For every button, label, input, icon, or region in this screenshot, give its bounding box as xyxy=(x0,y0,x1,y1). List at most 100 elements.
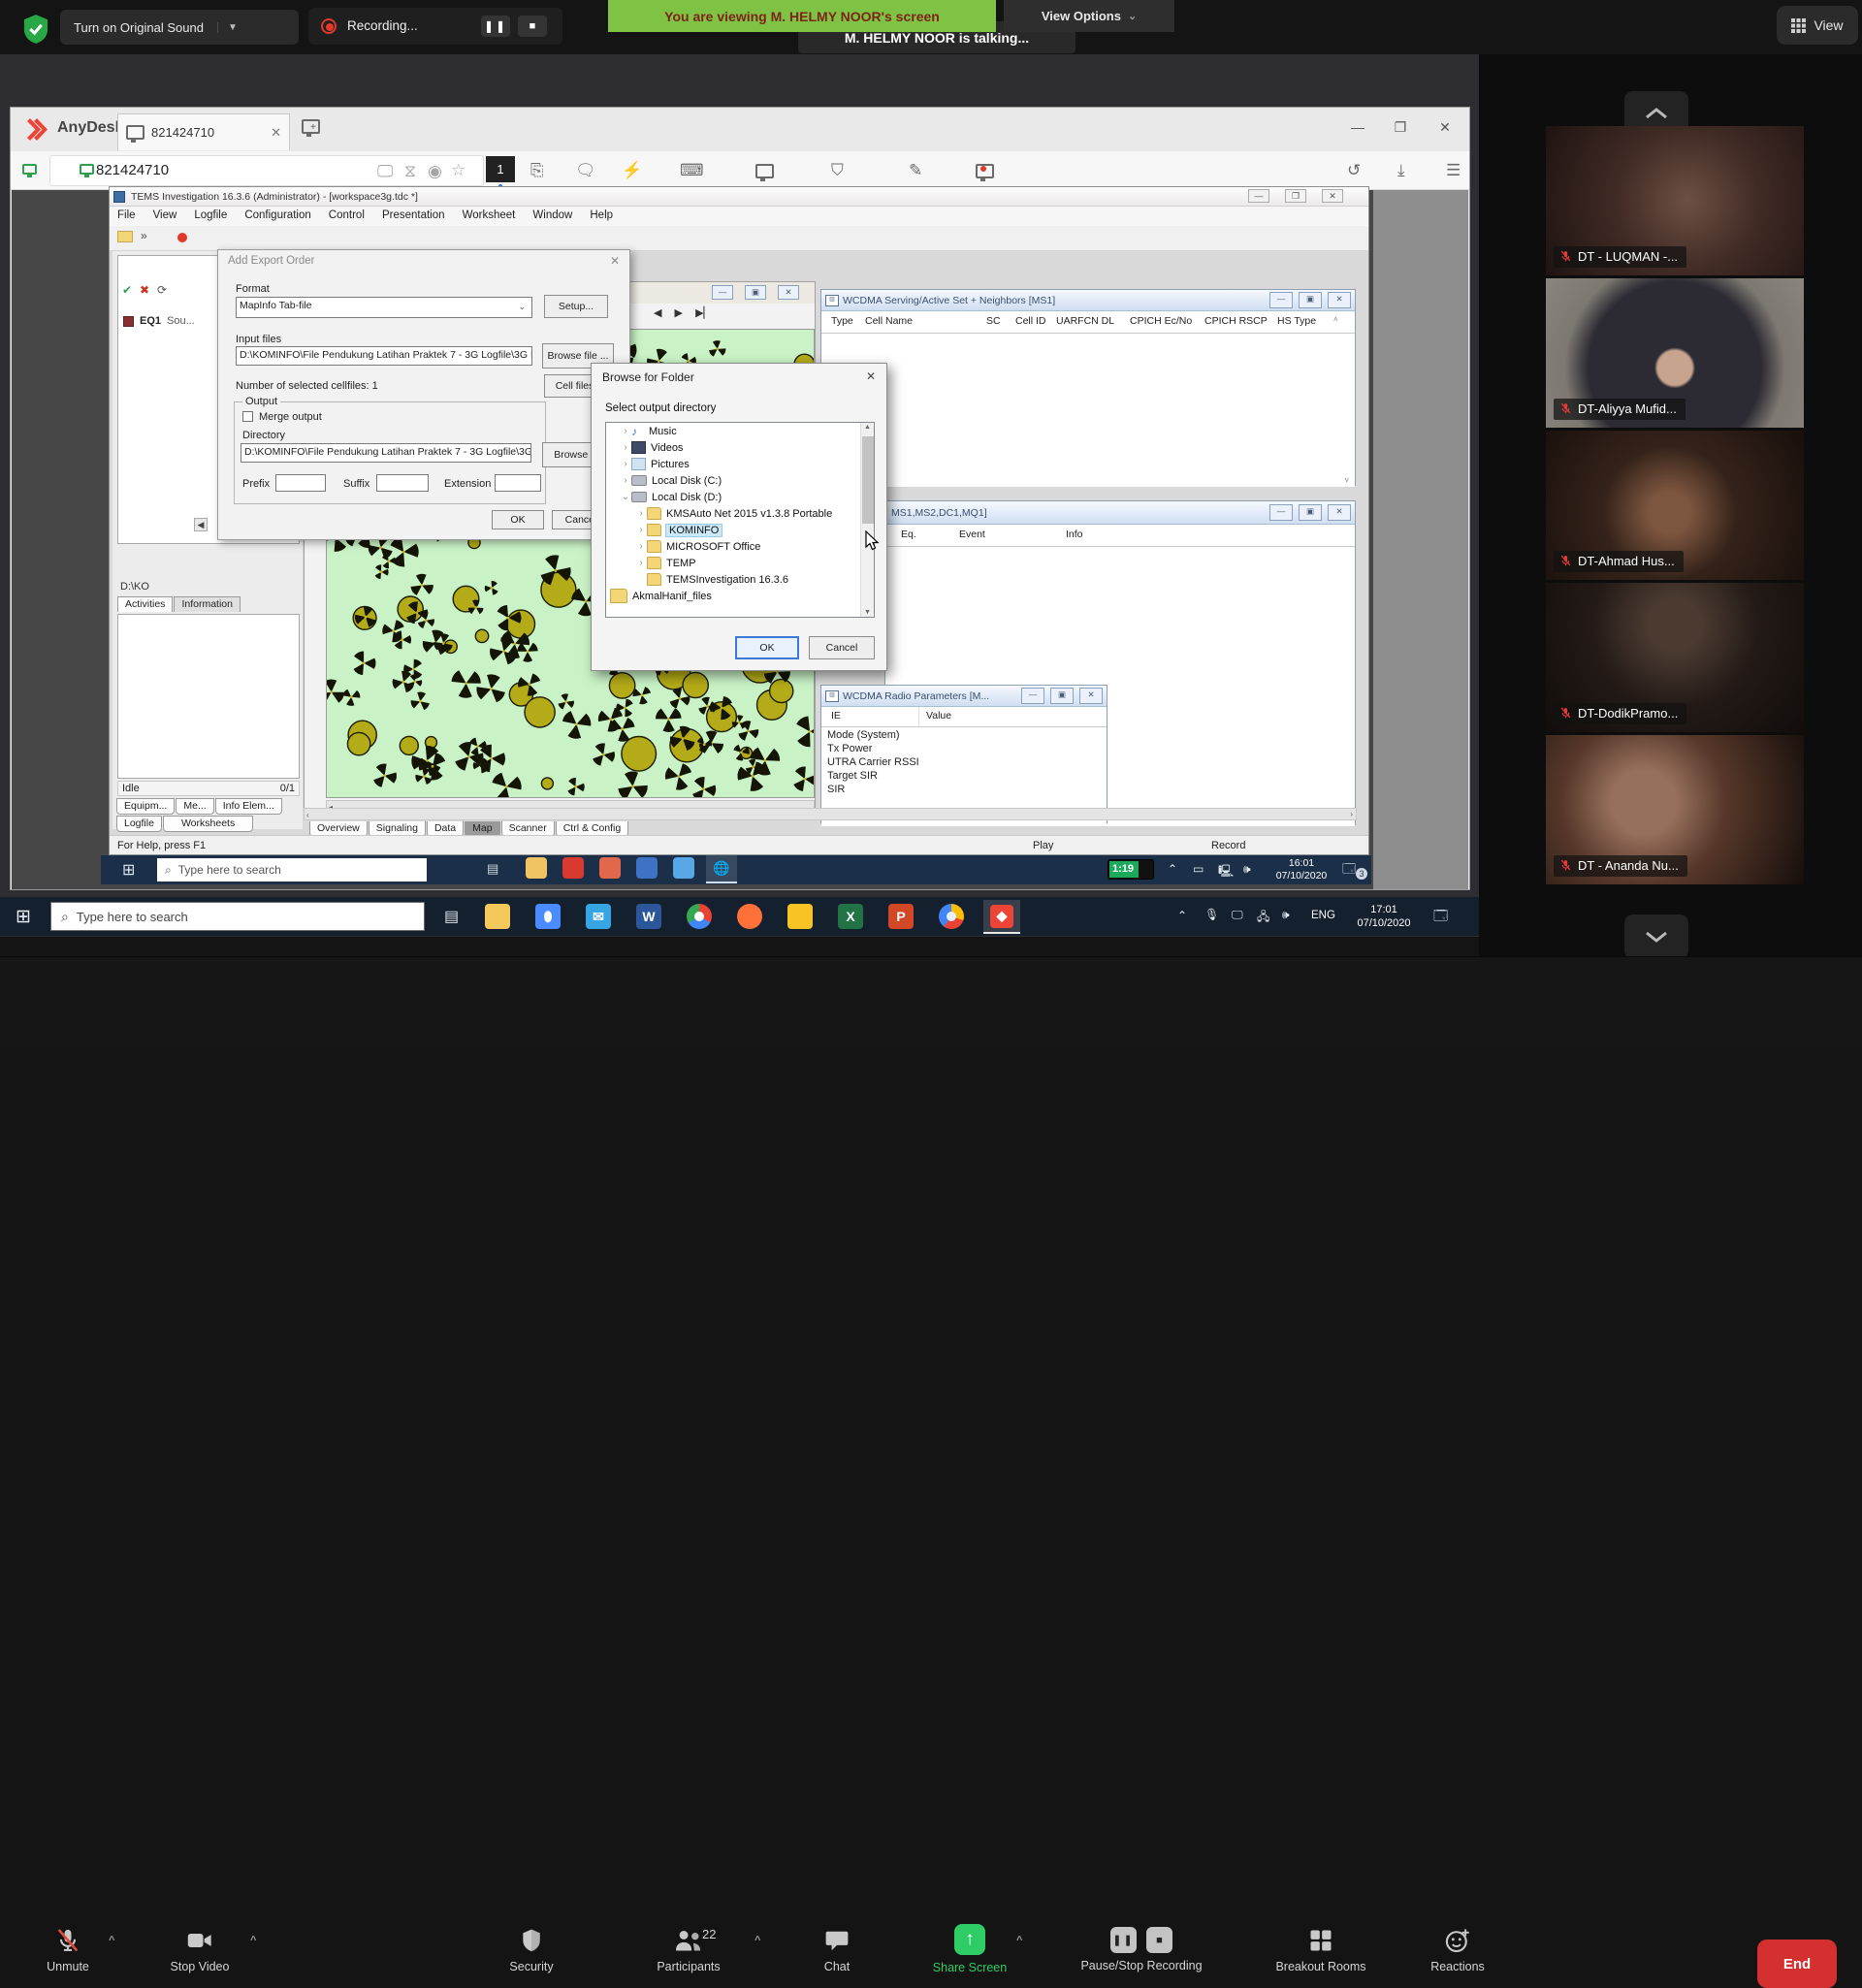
display-off-icon[interactable]: 🖵 xyxy=(377,163,393,179)
tems-titlebar[interactable]: TEMS Investigation 16.3.6 (Administrator… xyxy=(110,187,1368,207)
prefix-field[interactable] xyxy=(275,474,326,492)
monitor-1-badge[interactable]: 1 xyxy=(486,156,515,182)
original-sound-dropdown[interactable]: ▼ xyxy=(217,22,247,33)
end-meeting-button[interactable]: End xyxy=(1757,1940,1837,1988)
download-icon[interactable]: ⤓ xyxy=(1397,162,1405,178)
permissions-shield-icon[interactable]: ⛉ xyxy=(831,162,844,178)
toolbar-overflow-icon[interactable]: » xyxy=(141,229,147,242)
scroll-thumb[interactable] xyxy=(862,436,874,524)
display-icon[interactable]: 🖵 xyxy=(1232,908,1243,922)
close-icon[interactable]: ✕ xyxy=(1328,504,1351,521)
tab-worksheets[interactable]: Worksheets xyxy=(163,816,253,832)
folder-tree[interactable]: ›♪Music ›Videos ›Pictures ›Local Disk (C… xyxy=(605,422,875,618)
session-tab[interactable]: 821424710 ✕ xyxy=(117,113,290,150)
battery-icon[interactable]: ▭ xyxy=(1193,862,1204,876)
menu-file[interactable]: File xyxy=(117,209,136,221)
hourglass-icon[interactable]: ⧖ xyxy=(404,163,416,179)
speaker-icon[interactable]: 🕪 xyxy=(1243,862,1251,877)
video-options-caret[interactable]: ^ xyxy=(250,1935,256,1946)
scroll-down-icon[interactable]: ˅ xyxy=(1344,476,1349,485)
menu-help[interactable]: Help xyxy=(590,209,613,221)
menu-configuration[interactable]: Configuration xyxy=(244,209,310,221)
participants-options-caret[interactable]: ^ xyxy=(754,1935,760,1946)
minimize-icon[interactable]: — xyxy=(1269,292,1293,308)
tray-chevron-icon[interactable]: ⌃ xyxy=(1177,909,1187,922)
merge-output-checkbox[interactable] xyxy=(242,411,253,422)
nav-back-icon[interactable]: ◀ xyxy=(654,307,661,319)
tems-close-icon[interactable]: ✕ xyxy=(1322,189,1343,203)
suffix-field[interactable] xyxy=(376,474,429,492)
start-button[interactable]: ⊞ xyxy=(122,860,135,880)
close-icon[interactable]: ✕ xyxy=(610,254,620,268)
mail-icon[interactable]: ✉ xyxy=(586,904,611,929)
anydesk-taskbar-icon[interactable]: ◆ xyxy=(983,900,1020,934)
tems-maximize-icon[interactable]: ❐ xyxy=(1285,189,1306,203)
client-hscrollbar[interactable]: ‹ › xyxy=(304,808,1357,820)
close-icon[interactable]: ✕ xyxy=(1429,119,1461,136)
task-view-icon[interactable]: ▤ xyxy=(444,907,459,926)
unmute-button[interactable]: Unmute xyxy=(17,1927,118,1973)
tree-item[interactable]: AkmalHanif_files xyxy=(606,588,874,604)
wcdma-serving-body[interactable]: ˅ xyxy=(821,334,1355,487)
menu-window[interactable]: Window xyxy=(532,209,572,221)
speaker-icon[interactable]: 🕪 xyxy=(1282,908,1290,922)
firefox-icon[interactable] xyxy=(737,904,762,929)
mic-icon[interactable]: 🎙 xyxy=(1204,908,1219,921)
activities-list[interactable] xyxy=(117,614,300,779)
participants-button[interactable]: 22 Participants xyxy=(630,1927,747,1973)
maximize-icon[interactable]: ❐ xyxy=(1384,119,1417,136)
close-icon[interactable]: ✕ xyxy=(866,369,876,383)
host-clock[interactable]: 17:01 07/10/2020 xyxy=(1350,903,1418,930)
record-session-icon[interactable] xyxy=(976,164,994,181)
actions-lightning-icon[interactable]: ⚡ xyxy=(622,162,642,178)
pause-stop-recording-button[interactable]: ❚❚ ■ Pause/Stop Recording xyxy=(1049,1927,1234,1972)
scroll-down-icon[interactable]: ▼ xyxy=(864,609,871,616)
param-row[interactable]: SIR xyxy=(827,784,1107,797)
office-app-icon[interactable] xyxy=(787,904,813,929)
tree-item-selected[interactable]: ›KOMINFO xyxy=(606,522,874,538)
tray-chevron-icon[interactable]: ⌃ xyxy=(1168,862,1177,876)
participant-tile[interactable]: DT - LUQMAN -... xyxy=(1546,126,1804,275)
participant-tile[interactable]: DT - Ananda Nu... xyxy=(1546,735,1804,884)
map-restore-icon[interactable]: ▣ xyxy=(745,285,766,300)
task-view-icon[interactable]: ▤ xyxy=(487,861,498,877)
new-session-button[interactable]: + xyxy=(302,119,326,139)
menu-view[interactable]: View xyxy=(153,209,177,221)
cancel-button[interactable]: Cancel xyxy=(809,636,875,659)
remote-search-box[interactable]: ⌕ Type here to search xyxy=(157,858,427,882)
view-button[interactable]: View xyxy=(1777,6,1858,45)
participant-tile[interactable]: DT-Ahmad Hus... xyxy=(1546,431,1804,580)
language-indicator[interactable]: ENG xyxy=(1311,910,1335,921)
participant-tile[interactable]: DT-DodikPramo... xyxy=(1546,583,1804,732)
restore-icon[interactable]: ▣ xyxy=(1299,292,1322,308)
menu-icon[interactable]: ☰ xyxy=(1446,162,1461,178)
collapse-down-button[interactable] xyxy=(1624,914,1688,959)
restore-icon[interactable]: ▣ xyxy=(1299,504,1322,521)
network-icon[interactable]: 🖧 xyxy=(1257,908,1269,928)
param-row[interactable]: UTRA Carrier RSSI xyxy=(827,756,1107,770)
tree-scrollbar[interactable]: ▲ ▼ xyxy=(860,423,874,617)
directory-field[interactable]: D:\KOMINFO\File Pendukung Latihan Prakte… xyxy=(241,443,531,463)
notification-icon[interactable]: 🗔 xyxy=(1342,860,1356,882)
tree-item[interactable]: ›♪Music xyxy=(606,423,874,439)
ok-button[interactable]: OK xyxy=(735,636,799,659)
chat-icon[interactable]: 🗨 xyxy=(575,162,596,178)
tab-logfile[interactable]: Logfile xyxy=(116,816,162,832)
tab-activities[interactable]: Activities xyxy=(117,596,173,612)
extension-field[interactable] xyxy=(495,474,541,492)
app-red-icon[interactable] xyxy=(562,857,584,879)
map-close-icon[interactable]: ✕ xyxy=(778,285,799,300)
security-button[interactable]: Security xyxy=(490,1927,573,1973)
param-row[interactable]: Target SIR xyxy=(827,770,1107,784)
close-tab-icon[interactable]: ✕ xyxy=(271,125,281,141)
tab-equipment[interactable]: Equipm... xyxy=(116,798,175,815)
tree-item[interactable]: TEMSInvestigation 16.3.6 xyxy=(606,571,874,588)
notification-icon[interactable]: 🗔 xyxy=(1433,906,1448,929)
tree-item[interactable]: ›Local Disk (C:) xyxy=(606,472,874,489)
chrome-icon[interactable] xyxy=(687,904,712,929)
scroll-up-icon[interactable]: ▲ xyxy=(864,424,871,431)
pause-recording-icon[interactable]: ❚❚ xyxy=(481,16,510,37)
nav-last-icon[interactable]: ▶▏ xyxy=(695,307,712,319)
view-options-button[interactable]: View Options ⌄ xyxy=(1004,0,1174,32)
photos-app-icon[interactable] xyxy=(673,857,694,879)
